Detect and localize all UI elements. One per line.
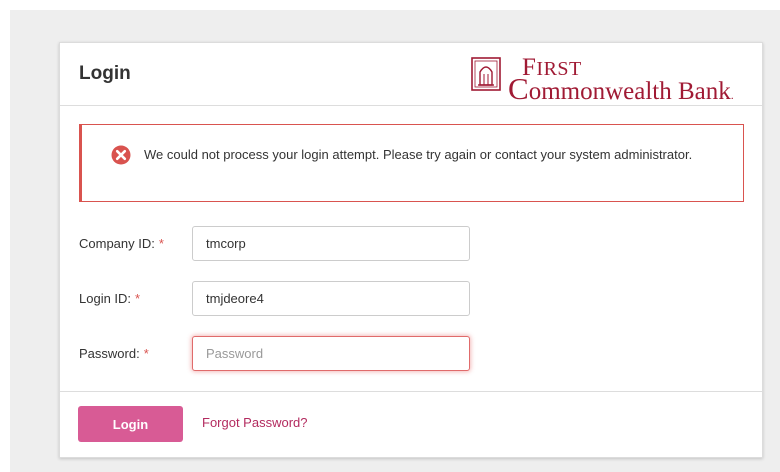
password-input[interactable] <box>192 336 470 371</box>
login-id-label: Login ID: * <box>79 291 141 306</box>
forgot-password-link[interactable]: Forgot Password? <box>202 415 308 430</box>
password-label: Password: * <box>79 346 149 361</box>
card-footer: Login Forgot Password? <box>60 391 762 457</box>
building-logo-icon <box>471 57 501 91</box>
error-alert: We could not process your login attempt.… <box>79 124 744 202</box>
required-asterisk: * <box>135 291 141 306</box>
page-title: Login <box>79 63 131 84</box>
bank-logo: FIRST Commonwealth Bank. <box>466 53 736 106</box>
company-id-input[interactable] <box>192 226 470 261</box>
error-circle-x-icon <box>111 145 131 165</box>
logo-text-commonwealth: Commonwealth Bank. <box>508 71 734 106</box>
login-id-input[interactable] <box>192 281 470 316</box>
login-card: Login FIRST Commonwealth Bank. We could … <box>59 42 763 458</box>
card-header: Login FIRST Commonwealth Bank. <box>60 43 762 106</box>
error-message: We could not process your login attempt.… <box>144 147 693 162</box>
company-id-row: Company ID: * <box>79 226 499 262</box>
required-asterisk: * <box>158 236 164 251</box>
company-id-label: Company ID: * <box>79 236 164 251</box>
password-row: Password: * <box>79 336 499 372</box>
login-button[interactable]: Login <box>78 406 183 442</box>
required-asterisk: * <box>143 346 149 361</box>
login-id-row: Login ID: * <box>79 281 499 317</box>
